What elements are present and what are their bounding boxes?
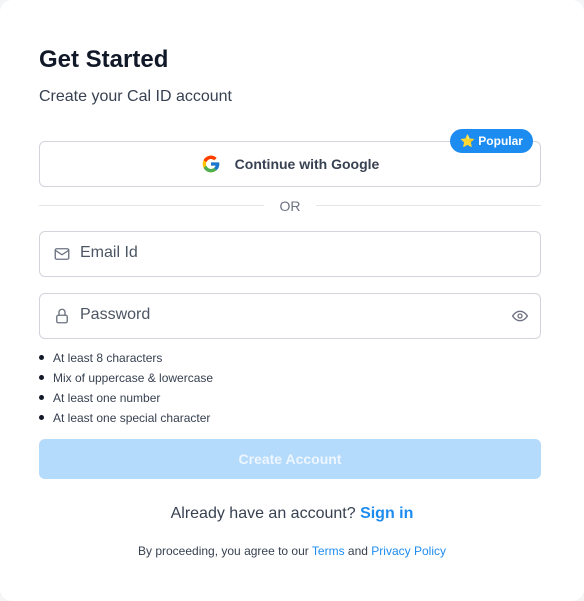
page-title: Get Started: [39, 46, 169, 73]
password-requirement: At least one special character: [38, 408, 213, 428]
password-requirement: At least one number: [38, 388, 213, 408]
page-subtitle: Create your Cal ID account: [39, 88, 232, 105]
terms-conjunction: and: [347, 544, 368, 558]
email-field-placeholder: Email Id: [80, 244, 138, 261]
signin-prompt: Already have an account?: [170, 505, 356, 522]
popular-badge: ⭐ Popular: [450, 129, 533, 153]
popular-badge-label: ⭐ Popular: [460, 134, 523, 148]
terms-link[interactable]: Terms: [312, 544, 345, 558]
email-field[interactable]: Email Id: [39, 231, 541, 277]
google-g-icon: [201, 154, 221, 174]
or-divider: OR: [39, 196, 541, 216]
divider-line-right: [316, 205, 541, 206]
password-requirements-list: At least 8 characters Mix of uppercase &…: [38, 348, 213, 428]
password-requirement: At least 8 characters: [38, 348, 213, 368]
eye-icon[interactable]: [511, 308, 528, 324]
or-divider-text: OR: [279, 198, 301, 214]
privacy-policy-link[interactable]: Privacy Policy: [371, 544, 446, 558]
password-field-placeholder: Password: [80, 306, 151, 323]
password-field[interactable]: Password: [39, 293, 541, 339]
google-button-label: Continue with Google: [234, 156, 380, 172]
sign-in-link[interactable]: Sign in: [360, 505, 413, 522]
create-account-button[interactable]: Create Account: [39, 439, 541, 479]
terms-notice: By proceeding, you agree to our Terms an…: [0, 544, 584, 558]
signin-row: Already have an account? Sign in: [0, 505, 584, 523]
mail-icon: [53, 245, 71, 263]
password-requirement: Mix of uppercase & lowercase: [38, 368, 213, 388]
terms-prefix: By proceeding, you agree to our: [138, 544, 309, 558]
signup-card: Get Started Create your Cal ID account C…: [0, 0, 584, 601]
lock-icon: [53, 307, 71, 325]
